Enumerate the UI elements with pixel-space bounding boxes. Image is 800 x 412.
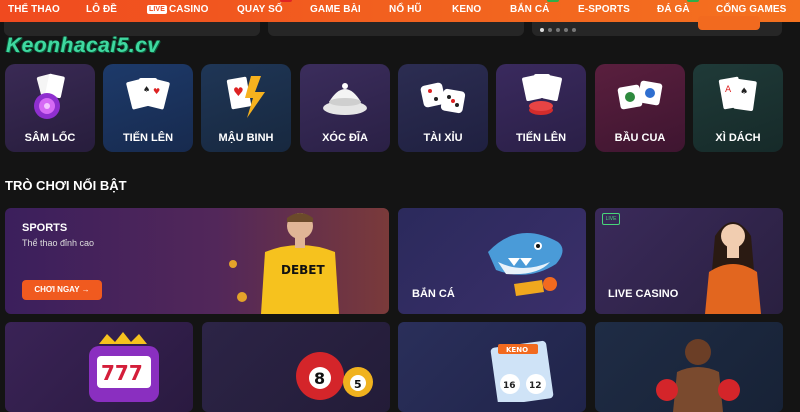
category-sam-loc[interactable]: SÂM LỐC xyxy=(5,64,95,152)
sports-title: SPORTS xyxy=(22,222,68,234)
nav-item-keno[interactable]: KENO xyxy=(452,0,481,22)
category-label: SÂM LỐC xyxy=(24,132,76,144)
live-badge: LIVE xyxy=(147,5,167,14)
nav-item-no-hu[interactable]: NỔ HŨ xyxy=(389,0,422,22)
live-tag: LIVE xyxy=(602,213,620,225)
banner-button[interactable] xyxy=(698,16,760,30)
nav-item-casino[interactable]: LIVE CASINO xyxy=(147,0,208,22)
category-label: XÓC ĐĨA xyxy=(322,132,368,144)
coin-icon xyxy=(229,260,237,268)
footballer-image: DEBET xyxy=(261,213,339,314)
carousel-dots[interactable] xyxy=(540,28,576,32)
nav-item-casino-label: CASINO xyxy=(168,4,209,15)
new-badge xyxy=(686,0,699,2)
jersey-sponsor-text: DEBET xyxy=(281,263,326,277)
category-mau-binh[interactable]: ♥ MẬU BINH xyxy=(201,64,291,152)
nav-item-ban-ca-label: BẮN CÁ xyxy=(510,4,550,15)
category-label: BẦU CUA xyxy=(614,132,666,144)
sports-subtitle: Thể thao đỉnh cao xyxy=(22,238,95,248)
dish-coins-icon xyxy=(323,83,367,115)
slot-777-icon: 777 xyxy=(89,332,159,402)
carousel-dot[interactable] xyxy=(572,28,576,32)
top-nav: THỂ THAO LÔ ĐỀ LIVE CASINO QUAY SỐ GAME B… xyxy=(0,0,800,22)
svg-text:A: A xyxy=(725,85,732,95)
category-label: XÌ DÁCH xyxy=(715,132,761,144)
category-tien-len-2[interactable]: TIẾN LÊN xyxy=(496,64,586,152)
category-label: TIẾN LÊN xyxy=(122,132,174,144)
ball-number: 5 xyxy=(354,378,362,391)
play-now-button[interactable]: CHƠI NGAY → xyxy=(22,280,102,300)
cards-chips-icon xyxy=(522,74,562,115)
category-label: TÀI XỈU xyxy=(423,132,463,144)
carousel-dot[interactable] xyxy=(564,28,568,32)
carousel-dot[interactable] xyxy=(540,28,544,32)
play-now-label: CHƠI NGAY xyxy=(34,285,80,294)
new-badge xyxy=(546,0,559,2)
keno-number: 12 xyxy=(529,381,542,391)
chips-cards-icon xyxy=(34,73,65,119)
section-title: TRÒ CHƠI NỔI BẬT xyxy=(5,178,127,193)
category-xi-dach[interactable]: A ♠ XÌ DÁCH xyxy=(693,64,783,152)
category-tien-len[interactable]: ♠ ♥ TIẾN LÊN xyxy=(103,64,193,152)
svg-text:♠: ♠ xyxy=(143,85,150,94)
nav-item-da-ga[interactable]: ĐÁ GÀ xyxy=(657,0,699,22)
shark-icon xyxy=(488,233,563,296)
nav-item-esports[interactable]: E-SPORTS xyxy=(578,0,630,22)
svg-text:♥: ♥ xyxy=(233,85,244,99)
keno-card-icon: KENO 16 12 xyxy=(490,340,554,402)
dealer-image xyxy=(705,222,761,314)
nav-item-game-bai[interactable]: GAME BÀI xyxy=(310,0,361,22)
boxing-card[interactable] xyxy=(595,322,783,412)
playing-cards-icon: ♠ ♥ xyxy=(126,78,170,110)
nav-item-quay-so[interactable]: QUAY SỐ xyxy=(237,0,292,22)
keno-card[interactable]: KENO 16 12 xyxy=(398,322,586,412)
slot-number-text: 777 xyxy=(101,361,143,385)
nav-item-quay-so-label: QUAY SỐ xyxy=(237,4,283,15)
lottery-balls-icon: 8 5 xyxy=(296,352,373,400)
carousel-dot[interactable] xyxy=(548,28,552,32)
lottery-card[interactable]: 8 5 xyxy=(202,322,390,412)
svg-text:♥: ♥ xyxy=(153,87,160,96)
bau-cua-dice-icon xyxy=(617,80,663,110)
carousel-dot[interactable] xyxy=(556,28,560,32)
coin-icon xyxy=(237,292,247,302)
fishing-title: BẮN CÁ xyxy=(412,288,455,300)
cards-lightning-icon: ♥ xyxy=(226,76,265,118)
category-bau-cua[interactable]: BẦU CUA xyxy=(595,64,685,152)
nav-item-lo-de[interactable]: LÔ ĐỀ xyxy=(86,0,117,22)
nav-item-ban-ca[interactable]: BẮN CÁ xyxy=(510,0,559,22)
nav-item-da-ga-label: ĐÁ GÀ xyxy=(657,4,690,15)
category-label: MẬU BINH xyxy=(218,132,274,144)
svg-text:♠: ♠ xyxy=(740,87,748,97)
category-tai-xiu[interactable]: TÀI XỈU xyxy=(398,64,488,152)
site-watermark: Keonhacai5.cv xyxy=(6,34,160,57)
hot-badge xyxy=(279,0,292,2)
slots-card[interactable]: 777 xyxy=(5,322,193,412)
live-casino-title: LIVE CASINO xyxy=(608,288,679,300)
nav-item-the-thao[interactable]: THỂ THAO xyxy=(8,0,60,22)
keno-label: KENO xyxy=(506,346,528,354)
boxer-icon xyxy=(656,339,740,412)
dice-icon xyxy=(420,82,466,114)
blackjack-cards-icon: A ♠ xyxy=(718,76,757,111)
banner-strip xyxy=(268,22,524,36)
keno-number: 16 xyxy=(503,381,516,391)
category-label: TIẾN LÊN xyxy=(515,132,567,144)
category-xoc-dia[interactable]: XÓC ĐĨA xyxy=(300,64,390,152)
arrow-right-icon: → xyxy=(81,285,90,294)
ball-number: 8 xyxy=(314,369,325,388)
